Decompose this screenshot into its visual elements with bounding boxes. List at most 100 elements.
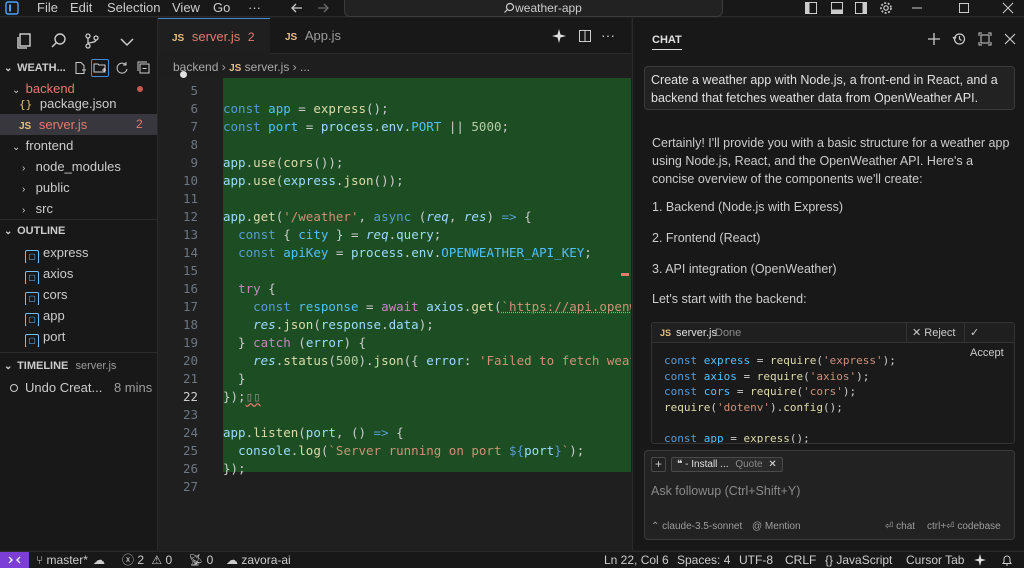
source-control-icon[interactable] (83, 32, 101, 50)
account-indicator[interactable]: ☁ zavora-ai (226, 553, 291, 568)
tree-file-server-js[interactable]: JS server.js (0, 114, 157, 135)
branch-indicator[interactable]: ⑂ master* (36, 553, 88, 568)
accept-button[interactable]: ✓ Accept (970, 323, 1014, 363)
menu-file[interactable]: File (37, 0, 58, 16)
mention-button[interactable]: @ Mention (752, 521, 801, 532)
reject-button[interactable]: ✕ Reject (912, 323, 955, 343)
chevron-right-icon: › (22, 200, 32, 219)
remove-chip-close-icon[interactable]: ✕ (768, 459, 776, 470)
chevron-down-icon[interactable] (118, 32, 136, 50)
timeline-entry[interactable]: Undo Creat... 8 mins (0, 377, 157, 398)
sync-icon[interactable]: ☁ (93, 553, 105, 568)
line-number: 5 (158, 82, 198, 100)
outline-title: OUTLINE (17, 225, 65, 237)
diff-added-highlight (223, 78, 631, 472)
chat-submit-button[interactable]: ⏎ chat (885, 521, 915, 532)
encoding[interactable]: UTF-8 (739, 553, 773, 568)
toggle-panel-icon[interactable] (830, 1, 844, 15)
toggle-primary-sidebar-icon[interactable] (804, 1, 818, 15)
tree-item-label: server.js (39, 117, 87, 132)
cursor-sparkle-icon[interactable] (974, 554, 986, 566)
indentation[interactable]: Spaces: 4 (677, 553, 730, 568)
line-number: 8 (158, 136, 198, 154)
minimize-icon[interactable] (910, 1, 924, 15)
history-icon[interactable] (952, 32, 966, 46)
followup-input[interactable]: Ask followup (Ctrl+Shift+Y) (651, 481, 1006, 501)
outline-item-app[interactable]: ▢ app (0, 305, 157, 326)
maximize-icon[interactable] (957, 1, 971, 15)
outline-header[interactable]: ⌄ OUTLINE (0, 221, 157, 242)
code-card-filename[interactable]: server.js (676, 323, 717, 343)
divider (964, 323, 965, 343)
refresh-icon[interactable] (115, 61, 129, 75)
code-line: }); (223, 460, 246, 478)
menu-view[interactable]: View (172, 0, 200, 16)
add-context-plus-icon[interactable]: + (651, 457, 666, 472)
ports-indicator[interactable]: 📡︎ 0 (188, 553, 213, 568)
explorer-files-icon[interactable] (15, 32, 33, 50)
tree-folder-frontend[interactable]: ⌄ frontend (0, 135, 157, 156)
language-mode[interactable]: {} JavaScript (825, 553, 892, 568)
problems-indicator[interactable]: ⓧ 2 ⚠ 0 (122, 553, 172, 568)
search-icon[interactable] (50, 32, 68, 50)
code-card-snippet: const express = require('express'); cons… (664, 353, 896, 444)
new-folder-icon[interactable] (91, 59, 109, 77)
cursor-position[interactable]: Ln 22, Col 6 (604, 553, 669, 568)
cursor-sparkle-icon[interactable] (552, 29, 566, 43)
error-marker (621, 273, 629, 276)
line-number: 6 (158, 100, 198, 118)
cursor-tab-toggle[interactable]: Cursor Tab (906, 553, 964, 568)
breadcrumb-file[interactable]: server.js (245, 60, 290, 74)
menu-edit[interactable]: Edit (70, 0, 92, 16)
quote-context-chip[interactable]: ❝ - Install ... Quote ✕ (671, 457, 783, 472)
new-file-icon[interactable] (73, 61, 87, 75)
code-line: } catch (error) { (223, 334, 366, 352)
line-ending[interactable]: CRLF (785, 553, 816, 568)
code-line: });▯▯ (223, 388, 261, 406)
line-number: 21 (158, 370, 198, 388)
command-center-search[interactable]: weather-app (344, 0, 723, 17)
chat-title[interactable]: CHAT (652, 34, 682, 50)
collapse-all-icon[interactable] (137, 61, 151, 75)
menu-more[interactable]: ··· (248, 0, 261, 16)
warning-icon: ⚠ (151, 553, 165, 567)
maximize-panel-icon[interactable] (978, 32, 992, 46)
tab-app-js[interactable]: JS App.js (271, 18, 371, 54)
breadcrumb-folder[interactable]: backend (173, 60, 218, 74)
line-number: 10 (158, 172, 198, 190)
menu-selection[interactable]: Selection (107, 0, 160, 16)
tree-file-package-json[interactable]: {} package.json (0, 93, 157, 114)
section-divider (0, 219, 157, 220)
outline-item-port[interactable]: ▢ port (0, 326, 157, 347)
settings-gear-icon[interactable] (879, 1, 893, 15)
outline-item-axios[interactable]: ▢ axios (0, 263, 157, 284)
codebase-submit-button[interactable]: ctrl+⏎ codebase (927, 521, 1001, 532)
tree-folder-src[interactable]: › src (0, 198, 157, 219)
more-actions-icon[interactable]: ··· (601, 29, 615, 41)
breadcrumb: backend › JS server.js › ... (158, 56, 631, 78)
notifications-bell-icon[interactable] (1001, 554, 1013, 566)
close-icon: ✕ (912, 327, 924, 339)
menu-go[interactable]: Go (213, 0, 230, 16)
timeline-entry-time: 8 mins (114, 380, 152, 395)
outline-item-cors[interactable]: ▢ cors (0, 284, 157, 305)
model-selector[interactable]: ⌃ claude-3.5-sonnet (651, 521, 742, 532)
code-editor[interactable]: 5 6 7 8 9 10 11 12 13 14 15 16 17 18 19 20 21 22 23 24 25 26 2… (158, 78, 631, 550)
breadcrumb-more[interactable]: ... (300, 60, 310, 74)
back-arrow-icon[interactable] (290, 1, 304, 15)
broadcast-icon: 📡︎ (188, 553, 207, 567)
problem-count-badge: 2 (136, 114, 143, 135)
tree-folder-public[interactable]: › public (0, 177, 157, 198)
close-window-icon[interactable] (1001, 1, 1015, 15)
remote-indicator[interactable] (0, 552, 29, 568)
split-editor-icon[interactable] (578, 29, 592, 43)
toggle-secondary-sidebar-icon[interactable] (854, 1, 868, 15)
outline-item-express[interactable]: ▢ express (0, 242, 157, 263)
new-chat-plus-icon[interactable] (927, 32, 941, 46)
timeline-header[interactable]: ⌄ TIMELINE server.js (0, 356, 157, 377)
close-panel-icon[interactable] (1003, 32, 1017, 46)
tree-item-label: package.json (40, 96, 117, 111)
tree-folder-node-modules[interactable]: › node_modules (0, 156, 157, 177)
tab-server-js[interactable]: JS server.js 2 (158, 18, 270, 54)
forward-arrow-icon[interactable] (316, 1, 330, 15)
